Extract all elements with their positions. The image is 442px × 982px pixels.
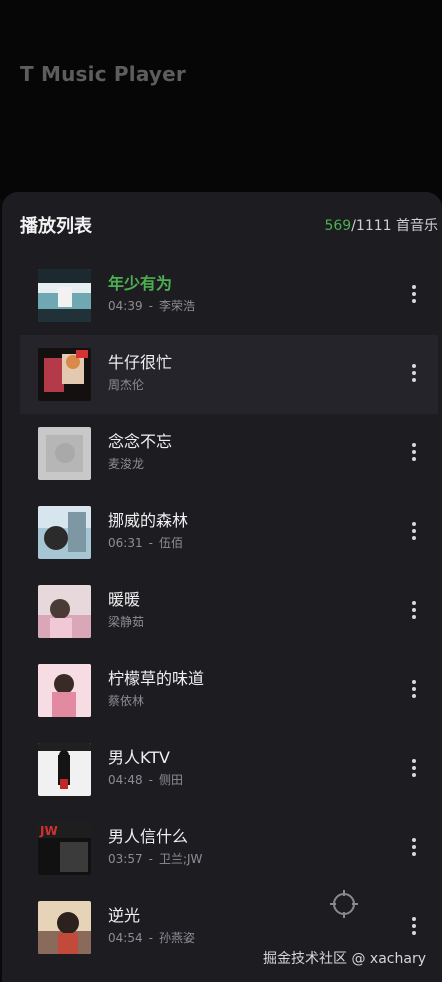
- song-duration: 04:39: [108, 299, 143, 313]
- song-info: 柠檬草的味道 蔡依林: [108, 668, 388, 709]
- song-row[interactable]: 念念不忘 麦浚龙: [20, 414, 438, 493]
- playlist-count: 569/1111 首音乐: [324, 215, 438, 235]
- song-duration: 03:57: [108, 852, 143, 866]
- song-row[interactable]: 挪威的森林 06:31- 伍佰: [20, 493, 438, 572]
- song-info: 年少有为 04:39- 李荣浩: [108, 273, 388, 314]
- album-cover: [38, 348, 91, 401]
- more-vertical-icon[interactable]: [406, 280, 422, 308]
- song-title: 柠檬草的味道: [108, 669, 205, 688]
- song-artist: 周杰伦: [108, 378, 145, 392]
- song-info: 牛仔很忙 周杰伦: [108, 352, 388, 393]
- total-count: /1111 首音乐: [351, 218, 438, 234]
- song-row[interactable]: 年少有为 04:39- 李荣浩: [20, 256, 438, 335]
- song-row[interactable]: 牛仔很忙 周杰伦: [20, 335, 438, 414]
- song-artist: 卫兰;JW: [158, 852, 203, 866]
- song-artist: 孙燕姿: [158, 931, 195, 945]
- more-vertical-icon[interactable]: [406, 438, 422, 466]
- song-duration: 04:54: [108, 931, 143, 945]
- song-artist: 梁静茹: [108, 615, 145, 629]
- more-vertical-icon[interactable]: [406, 912, 422, 940]
- song-meta: 04:54- 孙燕姿: [108, 930, 388, 946]
- current-index: 569: [324, 218, 352, 234]
- song-artist: 侧田: [158, 773, 183, 787]
- more-vertical-icon[interactable]: [406, 833, 422, 861]
- song-artist: 蔡依林: [108, 694, 145, 708]
- song-meta: 03:57- 卫兰;JW: [108, 851, 388, 867]
- song-list: 年少有为 04:39- 李荣浩 牛仔很忙 周杰伦 念念不忘 麦浚龙 挪威的森林 06:31- 伍佰…: [20, 256, 438, 967]
- song-meta: 04:39- 李荣浩: [108, 298, 388, 314]
- song-info: 挪威的森林 06:31- 伍佰: [108, 510, 388, 551]
- meta-separator: -: [148, 852, 153, 866]
- song-title: 挪威的森林: [108, 511, 189, 530]
- song-title: 念念不忘: [108, 432, 173, 451]
- song-info: 男人KTV 04:48- 侧田: [108, 747, 388, 788]
- album-cover: [38, 506, 91, 559]
- meta-separator: -: [148, 773, 153, 787]
- album-cover: [38, 269, 91, 322]
- song-info: 暖暖 梁静茹: [108, 589, 388, 630]
- song-meta: 梁静茹: [108, 614, 388, 630]
- song-meta: 麦浚龙: [108, 456, 388, 472]
- svg-text:JW: JW: [39, 824, 58, 838]
- watermark: 掘金技术社区 @ xachary: [263, 951, 426, 967]
- song-duration: 06:31: [108, 536, 143, 550]
- more-vertical-icon[interactable]: [406, 517, 422, 545]
- more-vertical-icon[interactable]: [406, 359, 422, 387]
- album-cover: [38, 901, 91, 954]
- song-info: 念念不忘 麦浚龙: [108, 431, 388, 472]
- more-vertical-icon[interactable]: [406, 675, 422, 703]
- song-artist: 李荣浩: [158, 299, 195, 313]
- more-vertical-icon[interactable]: [406, 754, 422, 782]
- album-cover: [38, 427, 91, 480]
- album-cover: [38, 743, 91, 796]
- meta-separator: -: [148, 931, 153, 945]
- song-row[interactable]: 柠檬草的味道 蔡依林: [20, 651, 438, 730]
- song-meta: 周杰伦: [108, 377, 388, 393]
- locate-crosshair-icon[interactable]: [329, 889, 359, 919]
- song-meta: 04:48- 侧田: [108, 772, 388, 788]
- song-artist: 伍佰: [158, 536, 183, 550]
- playlist-title: 播放列表: [20, 216, 92, 237]
- song-title: 男人信什么: [108, 827, 189, 846]
- song-meta: 蔡依林: [108, 693, 388, 709]
- meta-separator: -: [148, 299, 153, 313]
- song-row[interactable]: JW 男人信什么 03:57- 卫兰;JW: [20, 809, 438, 888]
- more-vertical-icon[interactable]: [406, 596, 422, 624]
- song-title: 年少有为: [108, 274, 173, 293]
- song-title: 男人KTV: [108, 748, 170, 767]
- song-artist: 麦浚龙: [108, 457, 145, 471]
- album-cover: [38, 664, 91, 717]
- song-duration: 04:48: [108, 773, 143, 787]
- app-header: T Music Player: [0, 0, 442, 200]
- app-title: T Music Player: [20, 62, 186, 86]
- song-row[interactable]: 男人KTV 04:48- 侧田: [20, 730, 438, 809]
- song-info: 男人信什么 03:57- 卫兰;JW: [108, 826, 388, 867]
- song-meta: 06:31- 伍佰: [108, 535, 388, 551]
- playlist-sheet: 播放列表 569/1111 首音乐 年少有为 04:39- 李荣浩 牛仔很忙 周杰伦 念念…: [2, 192, 442, 982]
- album-cover: JW: [38, 822, 91, 875]
- song-title: 牛仔很忙: [108, 353, 173, 372]
- meta-separator: -: [148, 536, 153, 550]
- song-row[interactable]: 暖暖 梁静茹: [20, 572, 438, 651]
- album-cover: [38, 585, 91, 638]
- song-title: 暖暖: [108, 590, 141, 609]
